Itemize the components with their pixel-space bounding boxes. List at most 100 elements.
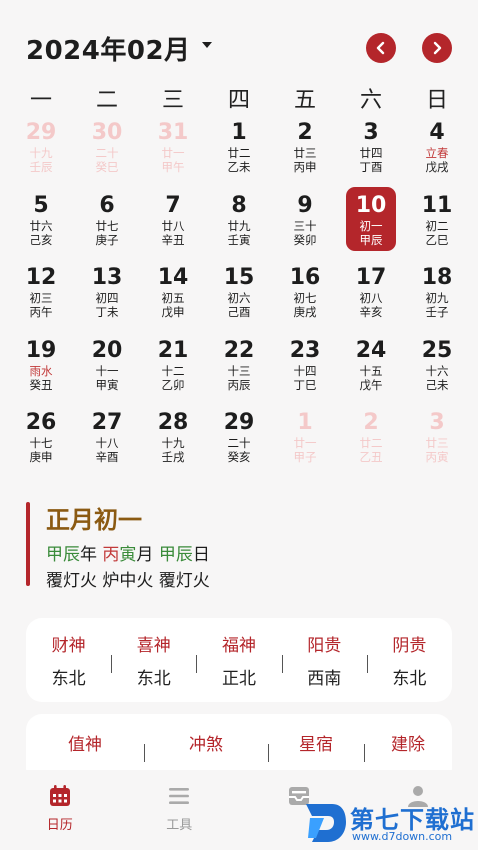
calendar-day[interactable]: 2 廿二 乙丑 [338, 408, 404, 481]
calendar-day[interactable]: 9 三十 癸卯 [272, 191, 338, 264]
ganzhi-day: 甲午 [161, 160, 185, 174]
lunar-day: 十九 [29, 146, 53, 160]
calendar-day[interactable]: 17 初八 辛亥 [338, 263, 404, 336]
info-label: 建除 [391, 735, 425, 755]
calendar-week-row: 12 初三 丙午 13 初四 丁未 14 初五 戊申 15 初六 己酉 16 初七 庚戌 17 初八 辛亥 18 初九… [8, 263, 470, 336]
day-number: 5 [33, 192, 49, 218]
tab-label: 工具 [166, 818, 193, 833]
day-number: 4 [429, 120, 445, 145]
ganzhi-day: 癸亥 [227, 450, 251, 464]
ganzhi-day: 壬寅 [227, 232, 251, 247]
lunar-day: 廿八 [161, 218, 185, 233]
ganzhi-day: 己酉 [227, 305, 251, 319]
day-number: 21 [157, 337, 189, 363]
lunar-day: 十一 [95, 363, 119, 378]
weekday-label: 六 [359, 88, 382, 113]
calendar-day[interactable]: 29 十九 壬辰 [8, 118, 74, 191]
calendar-day[interactable]: 1 廿二 乙未 [206, 118, 272, 191]
day-number: 6 [99, 192, 115, 218]
calendar-day[interactable]: 5 廿六 己亥 [8, 191, 74, 264]
lunar-day: 十七 [29, 436, 53, 450]
day-number: 17 [355, 265, 387, 290]
day-number: 27 [91, 410, 123, 435]
tab-calendar[interactable]: 日历 [0, 770, 120, 850]
tab-tools[interactable]: 工具 [120, 770, 240, 850]
year-zhi: 辰 [63, 545, 80, 565]
ganzhi-day: 甲辰 [359, 232, 383, 247]
calendar-day[interactable]: 1 廿一 甲子 [272, 408, 338, 481]
calendar-day[interactable]: 3 廿四 丁酉 [338, 118, 404, 191]
ganzhi-day: 丙午 [29, 305, 53, 319]
day-number: 26 [25, 410, 57, 435]
day-number: 18 [421, 265, 453, 290]
day-number: 29 [25, 120, 57, 145]
calendar-day[interactable]: 11 初二 乙巳 [404, 191, 470, 264]
calendar-grid: 29 十九 壬辰 30 二十 癸巳 31 廿一 甲午 1 廿二 乙未 2 廿三 丙申 3 廿四 丁酉 4 立春 戊戌 5 廿… [8, 118, 470, 481]
calendar-day[interactable]: 2 廿三 丙申 [272, 118, 338, 191]
calendar-day[interactable]: 20 十一 甲寅 [74, 336, 140, 409]
lunar-day: 雨水 [29, 363, 53, 378]
lunar-day: 初二 [425, 218, 449, 233]
calendar-day[interactable]: 15 初六 己酉 [206, 263, 272, 336]
day-number: 31 [157, 120, 189, 145]
ganzhi-day: 乙巳 [425, 232, 449, 247]
god-item: 喜神 东北 [111, 631, 196, 689]
calendar-day[interactable]: 19 雨水 癸丑 [8, 336, 74, 409]
month-suffix: 月 [136, 545, 154, 565]
ganzhi-day: 乙丑 [359, 450, 383, 464]
calendar-day[interactable]: 18 初九 壬子 [404, 263, 470, 336]
weekday-label: 日 [425, 88, 448, 113]
lunar-day: 廿六 [29, 218, 53, 233]
day-number: 19 [25, 337, 57, 363]
calendar-day[interactable]: 24 十五 戊午 [338, 336, 404, 409]
day-zhi: 辰 [175, 545, 193, 565]
ganzhi-day: 戊午 [359, 377, 383, 392]
calendar-day[interactable]: 3 廿三 丙寅 [404, 408, 470, 481]
day-number: 16 [289, 265, 321, 290]
lunar-day: 初八 [359, 291, 383, 305]
calendar-day[interactable]: 12 初三 丙午 [8, 263, 74, 336]
calendar-day-selected[interactable]: 10 初一 甲辰 [338, 186, 404, 264]
ganzhi-day: 戊戌 [425, 160, 449, 174]
calendar-day[interactable]: 29 二十 癸亥 [206, 408, 272, 481]
ganzhi-day: 壬辰 [29, 160, 53, 174]
month-zhi: 寅 [119, 545, 137, 565]
month-gan: 丙 [102, 545, 120, 565]
lunar-day: 廿七 [95, 218, 119, 233]
calendar-day[interactable]: 16 初七 庚戌 [272, 263, 338, 336]
calendar-day[interactable]: 30 二十 癸巳 [74, 118, 140, 191]
calendar-day[interactable]: 8 廿九 壬寅 [206, 191, 272, 264]
calendar-day[interactable]: 4 立春 戊戌 [404, 118, 470, 191]
lunar-day: 三十 [293, 218, 317, 233]
lunar-day: 廿三 [425, 436, 449, 450]
calendar-day[interactable]: 21 十二 乙卯 [140, 336, 206, 409]
lunar-day: 十五 [359, 363, 383, 378]
calendar-day[interactable]: 13 初四 丁未 [74, 263, 140, 336]
ganzhi-day: 丁巳 [293, 377, 317, 392]
month-title[interactable]: 2024年02月 [26, 30, 191, 67]
calendar-day[interactable]: 25 十六 己未 [404, 336, 470, 409]
caret-down-icon[interactable] [202, 42, 212, 48]
calendar-day[interactable]: 28 十九 壬戌 [140, 408, 206, 481]
day-number: 1 [297, 410, 313, 435]
day-number: 2 [363, 410, 379, 435]
calendar-day[interactable]: 23 十四 丁巳 [272, 336, 338, 409]
calendar-day[interactable]: 31 廿一 甲午 [140, 118, 206, 191]
ganzhi-day: 丁未 [95, 305, 119, 319]
god-item: 阴贵 东北 [366, 631, 452, 689]
calendar-day[interactable]: 6 廿七 庚子 [74, 191, 140, 264]
calendar-day[interactable]: 7 廿八 辛丑 [140, 191, 206, 264]
next-month-button[interactable] [422, 33, 452, 63]
day-number: 9 [297, 192, 313, 218]
calendar-day[interactable]: 26 十七 庚申 [8, 408, 74, 481]
god-item: 财神 东北 [26, 631, 111, 689]
god-value: 东北 [51, 669, 86, 689]
calendar-day[interactable]: 27 十八 辛酉 [74, 408, 140, 481]
prev-month-button[interactable] [366, 33, 396, 63]
day-number: 8 [231, 192, 247, 218]
calendar-day[interactable]: 14 初五 戊申 [140, 263, 206, 336]
calendar-day[interactable]: 22 十三 丙辰 [206, 336, 272, 409]
tab-label: 日历 [46, 818, 73, 833]
god-value: 西南 [307, 669, 342, 689]
selected-day-detail: 正月初一 甲辰年 丙寅月 甲辰日 覆灯火 炉中火 覆灯火 [26, 500, 446, 591]
